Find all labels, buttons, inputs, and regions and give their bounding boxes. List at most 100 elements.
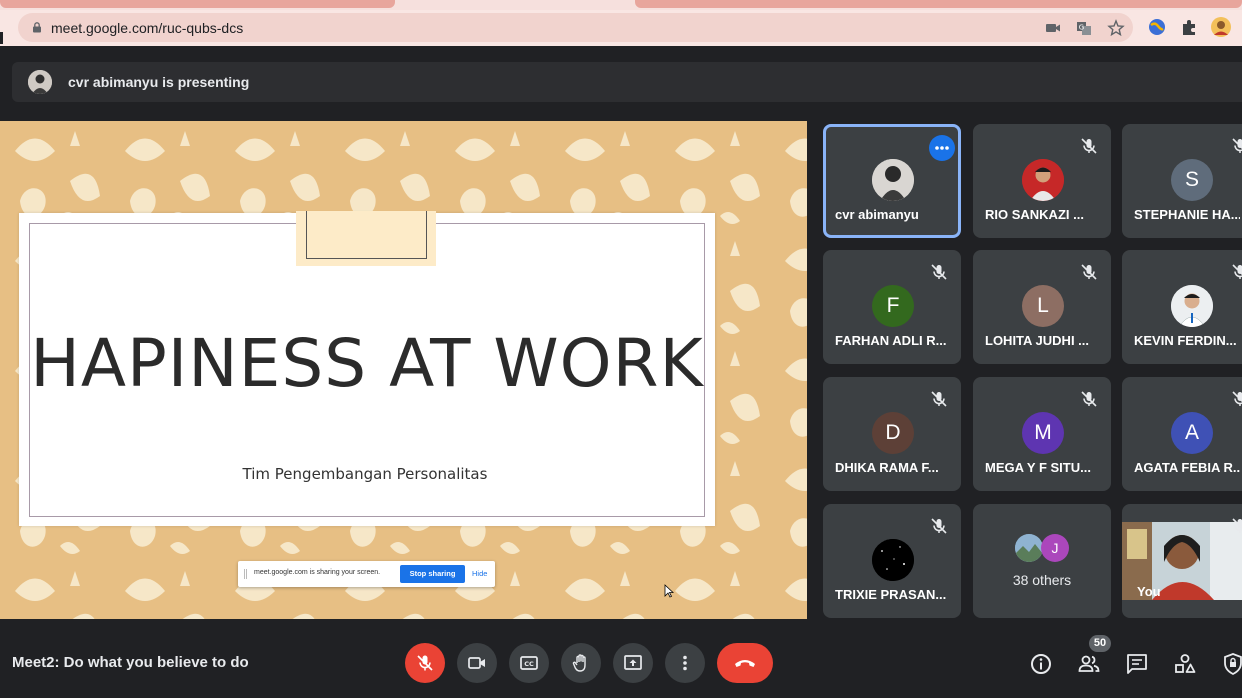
browser-tab[interactable] — [635, 0, 1242, 8]
self-label: You — [1137, 584, 1161, 599]
bookmark-star-icon[interactable] — [1107, 19, 1125, 37]
chat-icon[interactable] — [1125, 652, 1149, 676]
participant-avatar: F — [872, 285, 914, 327]
shared-screen[interactable]: HAPINESS AT WORK Tim Pengembangan Person… — [0, 121, 807, 619]
mic-off-icon — [1081, 138, 1097, 154]
present-upload-icon — [624, 655, 642, 670]
hand-icon — [572, 654, 586, 672]
presenting-banner[interactable]: cvr abimanyu is presenting — [12, 62, 1242, 102]
tile-options-button[interactable] — [929, 135, 955, 161]
meeting-title: Meet2: Do what you believe to do — [12, 654, 249, 671]
microphone-toggle-button[interactable] — [405, 643, 445, 683]
participant-tile[interactable]: L LOHITA JUDHI ... — [973, 250, 1111, 364]
participant-name: cvr abimanyu — [835, 207, 919, 222]
hang-up-icon — [735, 660, 755, 667]
starry-photo-icon — [872, 539, 914, 581]
profile-avatar-icon[interactable] — [1210, 16, 1232, 38]
slide-tape-decoration — [296, 211, 436, 266]
svg-text:G: G — [1079, 24, 1084, 32]
participant-avatar — [872, 539, 914, 581]
more-vertical-icon — [683, 655, 687, 671]
camera-icon[interactable] — [1044, 19, 1062, 37]
camera-toggle-button[interactable] — [457, 643, 497, 683]
host-controls-shield-icon[interactable] — [1221, 652, 1242, 676]
participant-tile[interactable]: RIO SANKAZI ... — [973, 124, 1111, 238]
mic-off-icon — [417, 655, 433, 671]
browser-toolbar: meet.google.com/ruc-qubs-dcs G — [0, 10, 1242, 46]
drag-handle-icon[interactable] — [244, 569, 247, 579]
meeting-info-icon[interactable] — [1029, 652, 1053, 676]
others-avatar-photo — [1015, 534, 1043, 562]
window-edge — [0, 32, 3, 44]
presenter-avatar — [28, 70, 52, 94]
participant-tile[interactable]: KEVIN FERDIN... — [1122, 250, 1242, 364]
participant-name: FARHAN ADLI R... — [835, 333, 947, 348]
participant-avatar: D — [872, 412, 914, 454]
participant-avatar: L — [1022, 285, 1064, 327]
mic-off-icon — [931, 391, 947, 407]
participant-name: LOHITA JUDHI ... — [985, 333, 1089, 348]
address-bar[interactable]: meet.google.com/ruc-qubs-dcs G — [18, 13, 1133, 42]
participant-avatar — [1171, 285, 1213, 327]
screen-share-notice: meet.google.com is sharing your screen. … — [238, 561, 495, 587]
person-photo-icon — [872, 159, 914, 201]
participant-tile[interactable]: TRIXIE PRASAN... — [823, 504, 961, 618]
participant-name: STEPHANIE HA... — [1134, 207, 1240, 222]
lock-icon[interactable] — [32, 22, 42, 33]
captions-button[interactable]: CC — [509, 643, 549, 683]
mic-off-icon — [931, 518, 947, 534]
participant-name: RIO SANKAZI ... — [985, 207, 1084, 222]
participant-tile[interactable]: S STEPHANIE HA... — [1122, 124, 1242, 238]
stop-sharing-button[interactable]: Stop sharing — [400, 565, 465, 583]
people-count-badge: 50 — [1089, 635, 1111, 652]
slide-subtitle: Tim Pengembangan Personalitas — [242, 465, 488, 483]
participant-avatar — [1022, 159, 1064, 201]
mic-off-icon — [1232, 138, 1242, 153]
participant-tile[interactable]: F FARHAN ADLI R... — [823, 250, 961, 364]
tape-frame — [306, 211, 427, 259]
participant-tile[interactable]: cvr abimanyu — [823, 124, 961, 238]
leave-call-button[interactable] — [717, 643, 773, 683]
participant-tile[interactable]: D DHIKA RAMA F... — [823, 377, 961, 491]
extension-globe-icon[interactable] — [1147, 17, 1167, 37]
extensions-puzzle-icon[interactable] — [1179, 17, 1199, 37]
participant-name: TRIXIE PRASAN... — [835, 587, 947, 602]
person-photo-icon — [28, 70, 52, 94]
more-horizontal-icon — [935, 146, 949, 150]
self-video — [1122, 522, 1242, 600]
video-camera-icon — [468, 657, 485, 669]
mic-off-icon — [1232, 518, 1242, 533]
mouse-cursor-icon — [664, 584, 674, 598]
others-count: 38 others — [1012, 572, 1072, 588]
others-tile[interactable]: J 38 others — [973, 504, 1111, 618]
slide-title: HAPINESS AT WORK — [30, 325, 704, 402]
more-options-button[interactable] — [665, 643, 705, 683]
participant-avatar: A — [1171, 412, 1213, 454]
person-photo-icon — [1022, 159, 1064, 201]
people-icon[interactable] — [1077, 652, 1101, 676]
raise-hand-button[interactable] — [561, 643, 601, 683]
share-notice-text: meet.google.com is sharing your screen. — [254, 569, 381, 576]
svg-text:CC: CC — [524, 660, 534, 668]
hide-notice-link[interactable]: Hide — [472, 569, 487, 578]
url-text[interactable]: meet.google.com/ruc-qubs-dcs — [51, 20, 243, 36]
participant-name: AGATA FEBIA R... — [1134, 460, 1240, 475]
translate-icon[interactable]: G — [1075, 19, 1093, 37]
mic-off-icon — [931, 264, 947, 280]
participant-name: MEGA Y F SITU... — [985, 460, 1091, 475]
activities-shapes-icon[interactable] — [1173, 652, 1197, 676]
browser-tab[interactable] — [0, 0, 395, 8]
presenting-text: cvr abimanyu is presenting — [68, 74, 250, 90]
others-avatar-initial: J — [1041, 534, 1069, 562]
participant-avatar: M — [1022, 412, 1064, 454]
mic-off-icon — [1081, 264, 1097, 280]
present-screen-button[interactable] — [613, 643, 653, 683]
meet-window: meet.google.com/ruc-qubs-dcs G cvr abima… — [0, 0, 1242, 698]
mic-off-icon — [1232, 391, 1242, 406]
self-tile[interactable]: You — [1122, 504, 1242, 618]
mic-off-icon — [1081, 391, 1097, 407]
presentation-slide: HAPINESS AT WORK Tim Pengembangan Person… — [19, 211, 715, 526]
participant-name: KEVIN FERDIN... — [1134, 333, 1237, 348]
participant-tile[interactable]: A AGATA FEBIA R... — [1122, 377, 1242, 491]
participant-tile[interactable]: M MEGA Y F SITU... — [973, 377, 1111, 491]
